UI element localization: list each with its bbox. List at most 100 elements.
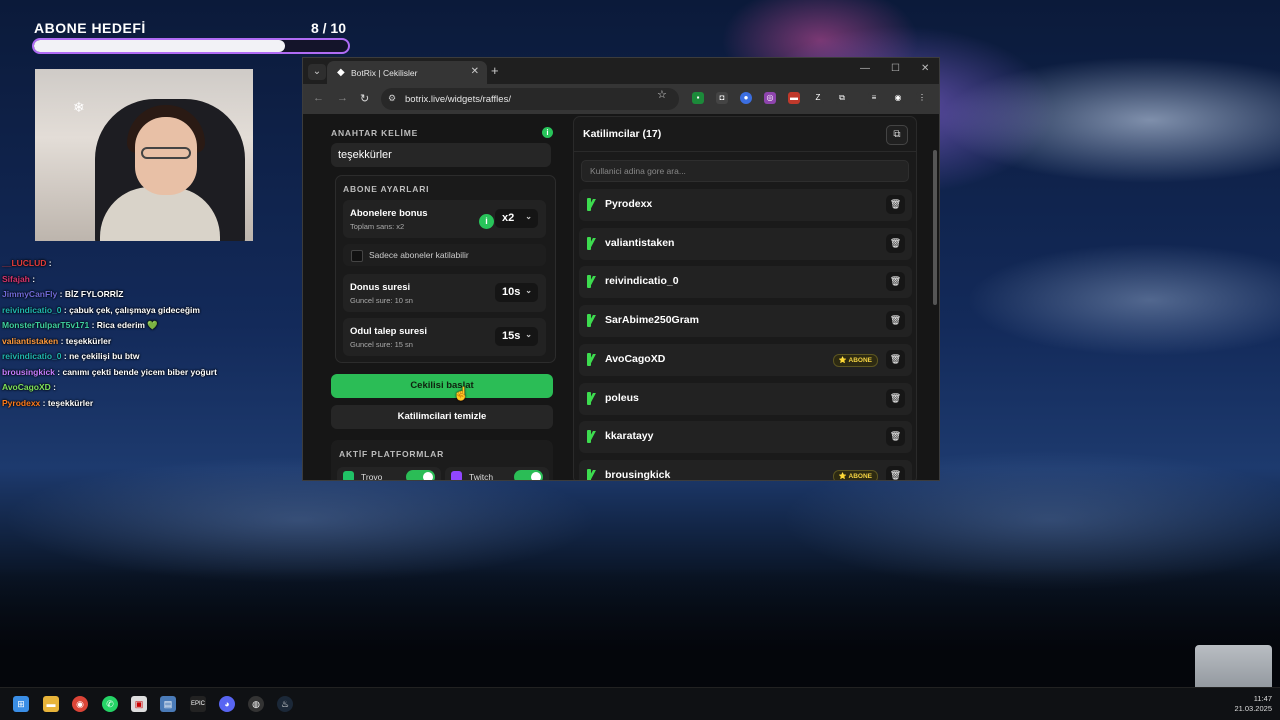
extension-green-icon[interactable]: ▪ [692,92,704,104]
claim-time-select[interactable]: 15s ⌄ [495,327,538,346]
tab-title: BotRix | Cekilisler [351,68,418,78]
tab-search-button[interactable]: ⌄ [308,64,326,80]
trash-icon[interactable]: 🗑 [886,465,905,480]
chat-message: brousingkick : canımı çekti bende yicem … [2,365,302,381]
claim-time-setting: Odul talep suresi Guncel sure: 15 sn 15s… [343,318,546,356]
address-bar[interactable]: ⚙ botrix.live/widgets/raffles/ [381,88,679,110]
goal-progress-fill [34,40,286,52]
photos-icon[interactable]: ▤ [160,696,176,712]
bonus-select-value: x2 [502,212,515,224]
close-window-icon[interactable]: ✕ [921,63,929,74]
trovo-icon [343,471,354,480]
chevron-down-icon: ⌄ [525,212,532,221]
chat-text: BİZ FYLORRİZ [64,289,124,299]
copy-icon[interactable]: ⧉ [886,125,908,145]
tab-bar: ⌄ ◆ BotRix | Cekilisler ✕ + — ☐ ✕ [303,58,939,84]
bookmark-star-icon[interactable]: ☆ [657,88,667,101]
extension-red-icon[interactable]: ▬ [788,92,800,104]
steam-icon[interactable]: ♨ [277,696,293,712]
participant-name: Pyrodexx [605,198,653,210]
file-explorer-icon[interactable]: ▬ [43,696,59,712]
page-scrollbar[interactable] [933,150,937,305]
bonus-info-icon[interactable]: i [479,214,494,229]
chat-separator: : [40,397,48,408]
epic-games-icon[interactable]: EPIC [190,696,206,712]
participant-row[interactable]: kkaratayy 🗑 [579,421,912,454]
extension-gamepad-icon[interactable]: ◘ [716,92,728,104]
app-icon[interactable]: ▣ [131,696,147,712]
subscribers-only-setting[interactable]: Sadece aboneler katilabilir [343,244,546,266]
trash-icon[interactable]: 🗑 [886,349,905,369]
subscribers-only-checkbox[interactable] [351,250,363,262]
participants-panel: Katilimcilar (17) ⧉ Kullanici adina gore… [573,116,917,480]
twitch-icon [451,471,462,480]
participant-name: kkaratayy [605,430,654,443]
forward-icon[interactable]: → [337,92,348,104]
kick-icon [587,275,599,289]
chat-text: canımı çekti bende yicem biber yoğurt [62,366,217,377]
chat-message: __LUCLUD : [2,256,302,272]
clear-participants-button[interactable]: Katilimcilari temizle [331,405,553,429]
close-tab-icon[interactable]: ✕ [471,66,479,77]
trash-icon[interactable]: 🗑 [886,272,905,292]
site-info-icon[interactable]: ⚙ [388,93,396,104]
trash-icon[interactable]: 🗑 [886,233,905,253]
participant-row[interactable]: valiantistaken 🗑 [579,227,912,260]
trash-icon[interactable]: 🗑 [886,427,905,447]
cooldown-select[interactable]: 10s ⌄ [495,283,538,302]
reload-icon[interactable]: ↻ [360,92,369,105]
obs-icon[interactable]: ◍ [248,696,264,712]
participant-row[interactable]: brousingkick ⭐ ABONE 🗑 [579,459,912,480]
participant-row[interactable]: reivindicatio_0 🗑 [579,266,912,299]
trash-icon[interactable]: 🗑 [886,311,905,331]
extension-blue-icon[interactable]: ● [740,92,752,104]
media-control-icon[interactable]: ≡ [868,92,880,104]
twitch-toggle[interactable] [514,470,543,480]
participant-row[interactable]: poleus 🗑 [579,382,912,415]
discord-icon[interactable]: ◕ [219,696,235,712]
start-raffle-button[interactable]: Cekilisi baslat [331,374,553,398]
chat-text: çabuk çek, çalışmaya gideceğim [69,304,200,315]
minimize-icon[interactable]: — [860,63,870,74]
new-tab-icon[interactable]: + [491,63,499,78]
windows-start-icon[interactable]: ⊞ [13,696,29,712]
menu-kebab-icon[interactable]: ⋮ [916,92,928,104]
chat-username: reivindicatio_0 [2,351,62,361]
chrome-icon[interactable]: ◉ [72,696,88,712]
subscriber-bonus-setting: Abonelere bonus Toplam sans: x2 i x2 ⌄ [343,200,546,238]
extension-z-icon[interactable]: Z [812,92,824,104]
maximize-icon[interactable]: ☐ [891,63,900,74]
participant-row[interactable]: SarAbime250Gram 🗑 [579,305,912,338]
participant-row[interactable]: Pyrodexx 🗑 [579,189,912,221]
system-clock[interactable]: 11:47 21.03.2025 [1234,694,1272,714]
participant-row[interactable]: AvoCagoXD ⭐ ABONE 🗑 [579,343,912,376]
trash-icon[interactable]: 🗑 [886,195,905,214]
browser-tab[interactable]: ◆ BotRix | Cekilisler ✕ [327,61,487,84]
trash-icon[interactable]: 🗑 [886,388,905,408]
chat-message: MonsterTulparT5v171 : Rica ederim 💚 [2,318,302,334]
profile-icon[interactable]: ◉ [892,92,904,104]
background-grass [0,568,1280,688]
cooldown-setting: Donus suresi Guncel sure: 10 sn 10s ⌄ [343,274,546,312]
chat-username: brousingkick [2,366,55,377]
kick-icon [587,352,599,366]
kick-icon [587,430,599,444]
back-icon[interactable]: ← [313,92,324,104]
chat-message: Sifajah : [2,272,302,288]
bonus-subtitle: Toplam sans: x2 [350,222,405,231]
chat-separator: : [58,335,66,346]
keyword-info-icon[interactable]: i [542,127,553,138]
goal-progress-bar [32,38,350,54]
participant-search-input[interactable]: Kullanici adina gore ara... [581,160,909,182]
trovo-toggle[interactable] [406,470,435,480]
extensions-puzzle-icon[interactable]: ⧉ [836,92,848,104]
platform-label: Twitch [469,472,494,481]
participant-name: poleus [605,391,639,404]
keyword-input[interactable]: teşekkürler [331,143,551,167]
participant-name: reivindicatio_0 [605,275,679,288]
chat-message: valiantistaken : teşekkürler [2,334,302,350]
extension-purple-icon[interactable]: ◎ [764,92,776,104]
whatsapp-icon[interactable]: ✆ [102,696,118,712]
kick-icon [587,391,599,405]
bonus-select[interactable]: x2 ⌄ [495,209,538,228]
